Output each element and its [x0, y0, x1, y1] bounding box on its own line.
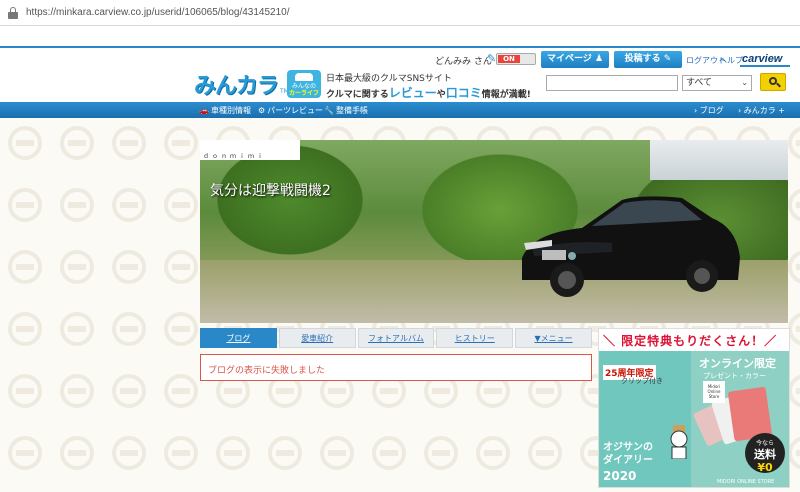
ad-title: ＼ 限定特典もりだくさん！／	[603, 334, 778, 348]
background-logo-icon	[60, 312, 94, 346]
background-logo-icon	[164, 374, 198, 408]
online-toggle[interactable]: ON	[496, 53, 536, 65]
background-logo-icon	[112, 374, 146, 408]
background-logo-icon	[164, 250, 198, 284]
lock-icon	[8, 6, 18, 19]
background-logo-icon	[112, 126, 146, 160]
car-photo	[522, 196, 740, 297]
advertisement[interactable]: ＼ 限定特典もりだくさん！／ 25周年限定 クリップ付き オンライン限定 プレゼ…	[598, 328, 790, 488]
post-button[interactable]: 投稿する ✎	[614, 51, 682, 68]
background-logo-icon	[164, 312, 198, 346]
blog-tabs: ブログ 愛車紹介 フォトアルバム ヒストリー ▼メニュー	[200, 328, 592, 348]
ad-clip: クリップ付き	[621, 377, 663, 385]
blog-hero-image: ｄｏｎｍｉｍｉ 気分は迎撃戦闘機2	[200, 140, 788, 323]
background-logo-icon	[476, 436, 510, 470]
nav-item-maintenance[interactable]: 🔧 整備手帳	[324, 105, 368, 116]
store-tag: Midori Online Store	[703, 381, 725, 403]
background-logo-icon	[60, 436, 94, 470]
background-logo-icon	[216, 436, 250, 470]
background-logo-icon	[60, 374, 94, 408]
background-logo-icon	[60, 126, 94, 160]
error-message: ブログの表示に失敗しました	[200, 354, 592, 381]
background-logo-icon	[788, 188, 800, 222]
nav-item-parts-review[interactable]: ⚙ パーツレビュー	[258, 105, 323, 116]
carview-logo[interactable]: carview	[742, 53, 782, 65]
search-scope-select[interactable]: すべて ⌄	[682, 75, 752, 91]
background-logo-icon	[112, 188, 146, 222]
background-logo-icon	[788, 250, 800, 284]
nav-item-minkara-plus[interactable]: › みんカラ +	[738, 105, 785, 116]
tab-car-intro[interactable]: 愛車紹介	[278, 328, 356, 348]
ad-present-color: プレゼント・カラー	[703, 372, 766, 380]
background-logo-icon	[528, 436, 562, 470]
background-logo-icon	[60, 250, 94, 284]
car-life-badge: みんなの カーライフ	[287, 70, 321, 98]
tab-blog[interactable]: ブログ	[200, 328, 277, 348]
ojisan-illustration-icon	[670, 425, 688, 459]
background-logo-icon	[60, 188, 94, 222]
nav-item-blog[interactable]: › ブログ	[694, 105, 724, 116]
background-logo-icon	[268, 436, 302, 470]
blog-title: 気分は迎撃戦闘機2	[210, 183, 331, 199]
background-logo-icon	[112, 312, 146, 346]
url-text[interactable]: https://minkara.carview.co.jp/userid/106…	[26, 7, 290, 18]
search-button[interactable]	[760, 73, 786, 91]
site-tagline: 日本最大級のクルマSNSサイト クルマに関するレビューや口コミ情報が満載!	[326, 74, 531, 100]
search-input[interactable]	[546, 75, 678, 91]
background-logo-icon	[112, 436, 146, 470]
background-logo-icon	[372, 436, 406, 470]
main-nav: 🚗 車種別情報 ⚙ パーツレビュー 🔧 整備手帳 › ブログ › みんカラ +	[0, 102, 800, 118]
background-logo-icon	[8, 312, 42, 346]
pencil-icon: ✎	[663, 54, 672, 64]
minkara-logo[interactable]: みんカラ TM	[194, 70, 289, 99]
ad-diary-title: オジサンの ダイアリー	[603, 442, 653, 466]
address-bar[interactable]: https://minkara.carview.co.jp/userid/106…	[0, 0, 800, 26]
site-header: みんカラ TM みんなの カーライフ 日本最大級のクルマSNSサイト クルマに関…	[0, 46, 800, 102]
background-logo-icon	[8, 250, 42, 284]
background-logo-icon	[8, 126, 42, 160]
background-logo-icon	[164, 126, 198, 160]
tab-menu[interactable]: ▼メニュー	[515, 328, 592, 348]
ad-footer: MIDORI ONLINE STORE	[717, 479, 775, 485]
person-icon: ♟	[594, 54, 604, 64]
tab-history[interactable]: ヒストリー	[436, 328, 514, 348]
carview-underline	[740, 65, 790, 67]
background-logo-icon	[8, 374, 42, 408]
gear-icon: ⚙	[258, 106, 266, 115]
nav-item-car-info[interactable]: 🚗 車種別情報	[199, 105, 251, 116]
car-icon: 🚗	[199, 106, 209, 115]
background-logo-icon	[8, 188, 42, 222]
hero-strip: ｄｏｎｍｉｍｉ	[200, 140, 300, 160]
mypage-button[interactable]: マイページ ♟	[541, 51, 609, 68]
notification-icon[interactable]: ✎	[487, 52, 496, 65]
ad-online-limited: オンライン限定	[699, 357, 776, 370]
chevron-down-icon: ⌄	[741, 78, 748, 87]
free-shipping-badge: 今なら 送料 ¥0	[745, 433, 785, 473]
background-logo-icon	[424, 436, 458, 470]
tab-photo-album[interactable]: フォトアルバム	[357, 328, 435, 348]
background-logo-icon	[8, 436, 42, 470]
background-logo-icon	[320, 436, 354, 470]
background-logo-icon	[164, 188, 198, 222]
wrench-icon: 🔧	[324, 106, 334, 115]
user-name[interactable]: どんみみ さん	[435, 54, 492, 67]
background-logo-icon	[164, 436, 198, 470]
car-icon	[295, 73, 313, 81]
background-logo-icon	[112, 250, 146, 284]
background-logo-icon	[788, 126, 800, 160]
ad-year: 2020	[603, 469, 637, 483]
